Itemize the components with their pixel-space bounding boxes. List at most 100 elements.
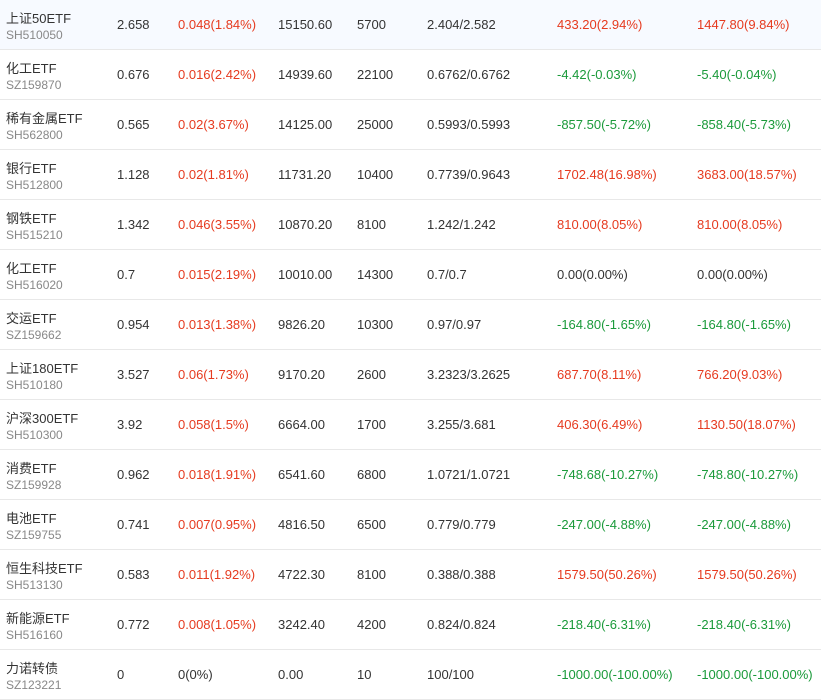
market-value: 9826.20 xyxy=(278,317,325,332)
cost-price: 100/100 xyxy=(427,667,474,682)
security-name[interactable]: 消费ETF xyxy=(6,458,57,477)
security-name[interactable]: 交运ETF xyxy=(6,308,57,327)
total-pnl: 3683.00(18.57%) xyxy=(697,167,797,182)
security-code: SZ159928 xyxy=(6,478,62,492)
holding-row[interactable]: 新能源ETF SH516160 0.772 0.008(1.05%) 3242.… xyxy=(0,600,821,650)
price: 0 xyxy=(117,667,125,682)
cost-price: 1.242/1.242 xyxy=(427,217,496,232)
price: 0.583 xyxy=(117,567,150,582)
holding-row[interactable]: 沪深300ETF SH510300 3.92 0.058(1.5%) 6664.… xyxy=(0,400,821,450)
total-pnl: 810.00(8.05%) xyxy=(697,217,783,232)
security-name[interactable]: 化工ETF xyxy=(6,58,57,77)
total-pnl: -748.80(-10.27%) xyxy=(697,467,799,482)
cost-price: 2.404/2.582 xyxy=(427,17,496,32)
price-change: 0.008(1.05%) xyxy=(178,617,257,632)
quantity: 10300 xyxy=(357,317,394,332)
security-code: SH516160 xyxy=(6,628,63,642)
holding-row[interactable]: 化工ETF SZ159870 0.676 0.016(2.42%) 14939.… xyxy=(0,50,821,100)
security-name[interactable]: 银行ETF xyxy=(6,158,57,177)
market-value: 0.00 xyxy=(278,667,304,682)
holding-row[interactable]: 力诺转债 SZ123221 0 0(0%) 0.00 10 100/100 -1… xyxy=(0,650,821,700)
security-code: SH512800 xyxy=(6,178,63,192)
quantity: 1700 xyxy=(357,417,386,432)
holding-row[interactable]: 银行ETF SH512800 1.128 0.02(1.81%) 11731.2… xyxy=(0,150,821,200)
security-name[interactable]: 恒生科技ETF xyxy=(6,558,83,577)
security-code: SH562800 xyxy=(6,128,63,142)
holding-row[interactable]: 上证50ETF SH510050 2.658 0.048(1.84%) 1515… xyxy=(0,0,821,50)
holding-row[interactable]: 化工ETF SH516020 0.7 0.015(2.19%) 10010.00… xyxy=(0,250,821,300)
cost-price: 3.2323/3.2625 xyxy=(427,367,511,382)
total-pnl: 1579.50(50.26%) xyxy=(697,567,797,582)
price-change: 0.046(3.55%) xyxy=(178,217,257,232)
security-code: SH510180 xyxy=(6,378,63,392)
price-change: 0.048(1.84%) xyxy=(178,17,257,32)
security-cell: 力诺转债 SZ123221 xyxy=(6,650,106,699)
holding-row[interactable]: 消费ETF SZ159928 0.962 0.018(1.91%) 6541.6… xyxy=(0,450,821,500)
security-code: SH515210 xyxy=(6,228,63,242)
market-value: 15150.60 xyxy=(278,17,333,32)
position-pnl: -247.00(-4.88%) xyxy=(557,517,651,532)
market-value: 6664.00 xyxy=(278,417,325,432)
position-pnl: 1702.48(16.98%) xyxy=(557,167,657,182)
security-code: SH516020 xyxy=(6,278,63,292)
quantity: 10400 xyxy=(357,167,394,182)
cost-price: 0.7739/0.9643 xyxy=(427,167,511,182)
price: 0.772 xyxy=(117,617,150,632)
security-cell: 沪深300ETF SH510300 xyxy=(6,400,106,449)
market-value: 10870.20 xyxy=(278,217,333,232)
market-value: 9170.20 xyxy=(278,367,325,382)
position-pnl: -748.68(-10.27%) xyxy=(557,467,659,482)
security-cell: 上证50ETF SH510050 xyxy=(6,0,106,49)
total-pnl: -858.40(-5.73%) xyxy=(697,117,791,132)
market-value: 4722.30 xyxy=(278,567,325,582)
price-change: 0(0%) xyxy=(178,667,213,682)
security-cell: 稀有金属ETF SH562800 xyxy=(6,100,106,149)
total-pnl: 1130.50(18.07%) xyxy=(697,417,796,432)
holding-row[interactable]: 电池ETF SZ159755 0.741 0.007(0.95%) 4816.5… xyxy=(0,500,821,550)
price-change: 0.007(0.95%) xyxy=(178,517,257,532)
quantity: 25000 xyxy=(357,117,394,132)
cost-price: 3.255/3.681 xyxy=(427,417,496,432)
price: 0.741 xyxy=(117,517,150,532)
security-cell: 电池ETF SZ159755 xyxy=(6,500,106,549)
holding-row[interactable]: 上证180ETF SH510180 3.527 0.06(1.73%) 9170… xyxy=(0,350,821,400)
market-value: 3242.40 xyxy=(278,617,325,632)
holding-row[interactable]: 稀有金属ETF SH562800 0.565 0.02(3.67%) 14125… xyxy=(0,100,821,150)
holdings-table: 上证50ETF SH510050 2.658 0.048(1.84%) 1515… xyxy=(0,0,821,700)
total-pnl: -5.40(-0.04%) xyxy=(697,67,777,82)
cost-price: 0.7/0.7 xyxy=(427,267,467,282)
position-pnl: -164.80(-1.65%) xyxy=(557,317,651,332)
security-cell: 消费ETF SZ159928 xyxy=(6,450,106,499)
security-name[interactable]: 上证50ETF xyxy=(6,8,71,27)
security-name[interactable]: 上证180ETF xyxy=(6,358,78,377)
quantity: 4200 xyxy=(357,617,386,632)
quantity: 8100 xyxy=(357,217,386,232)
price-change: 0.011(1.92%) xyxy=(178,567,256,582)
holding-row[interactable]: 交运ETF SZ159662 0.954 0.013(1.38%) 9826.2… xyxy=(0,300,821,350)
security-name[interactable]: 沪深300ETF xyxy=(6,408,78,427)
total-pnl: 0.00(0.00%) xyxy=(697,267,768,282)
price-change: 0.016(2.42%) xyxy=(178,67,257,82)
security-name[interactable]: 电池ETF xyxy=(6,508,57,527)
quantity: 10 xyxy=(357,667,372,682)
security-name[interactable]: 稀有金属ETF xyxy=(6,108,83,127)
total-pnl: 766.20(9.03%) xyxy=(697,367,783,382)
position-pnl: -4.42(-0.03%) xyxy=(557,67,637,82)
position-pnl: -218.40(-6.31%) xyxy=(557,617,651,632)
security-name[interactable]: 化工ETF xyxy=(6,258,57,277)
price: 1.128 xyxy=(117,167,150,182)
position-pnl: 0.00(0.00%) xyxy=(557,267,628,282)
security-cell: 交运ETF SZ159662 xyxy=(6,300,106,349)
price: 2.658 xyxy=(117,17,150,32)
holding-row[interactable]: 钢铁ETF SH515210 1.342 0.046(3.55%) 10870.… xyxy=(0,200,821,250)
market-value: 4816.50 xyxy=(278,517,325,532)
security-name[interactable]: 钢铁ETF xyxy=(6,208,57,227)
price: 0.962 xyxy=(117,467,150,482)
security-name[interactable]: 新能源ETF xyxy=(6,608,70,627)
security-cell: 恒生科技ETF SH513130 xyxy=(6,550,106,599)
cost-price: 0.779/0.779 xyxy=(427,517,496,532)
total-pnl: 1447.80(9.84%) xyxy=(697,17,790,32)
holding-row[interactable]: 恒生科技ETF SH513130 0.583 0.011(1.92%) 4722… xyxy=(0,550,821,600)
price: 1.342 xyxy=(117,217,150,232)
security-name[interactable]: 力诺转债 xyxy=(6,658,58,677)
